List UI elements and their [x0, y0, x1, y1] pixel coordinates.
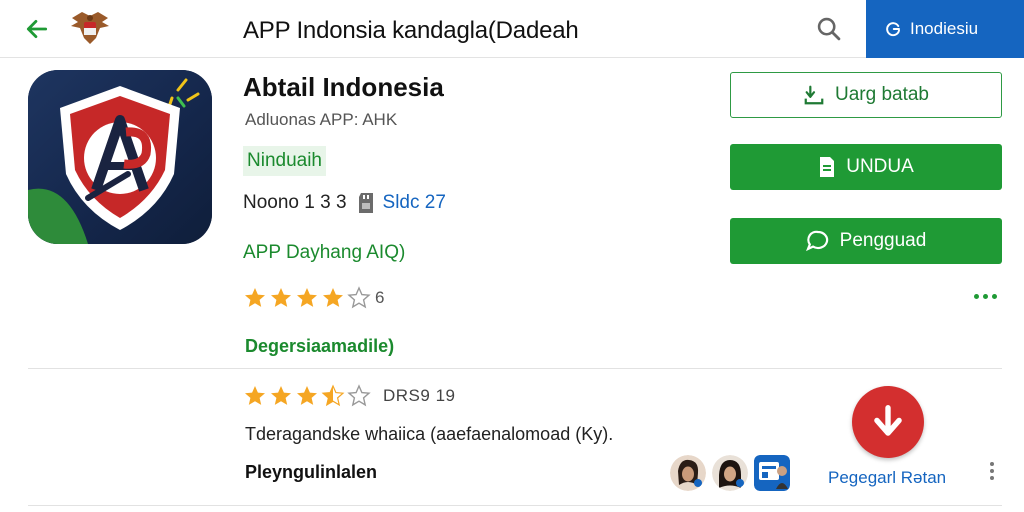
app-detail-page: APP Indonsia kandagla(Dadeah Inodiesiu A… — [0, 0, 1024, 512]
star-full-icon — [271, 288, 291, 307]
star-full-icon — [245, 386, 265, 405]
download-label: UNDUA — [846, 156, 914, 177]
back-button[interactable] — [22, 14, 52, 44]
star-half-icon — [321, 384, 345, 407]
secondary-action-button[interactable]: Uarg batab — [730, 72, 1002, 118]
app-meta: Noono 1 3 3 Sldc 27 — [243, 192, 446, 214]
search-icon — [817, 17, 841, 41]
file-icon — [820, 157, 835, 177]
review-label: Pengguad — [839, 230, 927, 251]
app-size: Sldc 27 — [382, 192, 446, 213]
star-full-icon — [271, 386, 291, 405]
garuda-emblem-icon — [68, 10, 112, 48]
chat-bubble-icon — [805, 230, 828, 252]
star-full-icon — [297, 288, 317, 307]
download-circle-label[interactable]: Pegegarl Rətan — [828, 468, 946, 488]
review-rating: DRS9 19 — [243, 384, 455, 408]
app-version: Noono 1 3 3 — [243, 192, 347, 213]
avatar[interactable] — [712, 455, 748, 491]
arrow-left-icon — [26, 20, 48, 38]
app-name: Abtail Indonesia — [243, 72, 444, 102]
download-circle-button[interactable] — [852, 386, 924, 458]
star-full-icon — [245, 288, 265, 307]
sd-card-icon — [357, 192, 375, 214]
language-label: Inodiesiu — [910, 19, 979, 38]
developer-link[interactable]: APP Dayhang AIQ) — [243, 242, 405, 264]
search-button[interactable] — [812, 12, 846, 46]
top-bar: APP Indonsia kandagla(Dadeah Inodiesiu — [0, 0, 1024, 58]
divider — [28, 505, 1002, 506]
status-badge: Ninduaih — [243, 146, 326, 176]
arrow-down-icon — [874, 405, 902, 436]
review-button[interactable]: Pengguad — [730, 218, 1002, 264]
app-category[interactable]: Degersiaamadile) — [245, 336, 394, 357]
avatar-group — [670, 455, 790, 491]
review-date: DRS9 19 — [383, 386, 456, 405]
reviewer-name: Pleyngulinlalen — [245, 462, 378, 482]
divider — [28, 368, 1002, 369]
secondary-action-label: Uarg batab — [834, 84, 929, 105]
language-button[interactable]: Inodiesiu — [866, 0, 1024, 58]
star-empty-icon — [347, 384, 371, 407]
star-empty-icon — [347, 286, 371, 309]
star-full-icon — [297, 386, 317, 405]
app-subtitle: Adluonas APP: AHK — [245, 110, 398, 129]
download-arrow-icon — [804, 85, 824, 105]
avatar[interactable] — [670, 455, 706, 491]
app-icon — [28, 70, 212, 244]
page-title: APP Indonsia kandagla(Dadeah — [243, 17, 579, 44]
rating-count: 6 — [375, 288, 385, 307]
avatar[interactable] — [754, 455, 790, 491]
download-button[interactable]: UNDUA — [730, 144, 1002, 190]
more-vertical-icon[interactable] — [990, 462, 994, 480]
app-rating: 6 — [243, 286, 384, 310]
more-options-icon[interactable] — [974, 294, 997, 299]
refresh-g-icon — [886, 22, 900, 37]
review-text: Tderagandske whaiica (aaefaenalomoad (Ky… — [245, 424, 614, 444]
star-full-icon — [323, 288, 343, 307]
